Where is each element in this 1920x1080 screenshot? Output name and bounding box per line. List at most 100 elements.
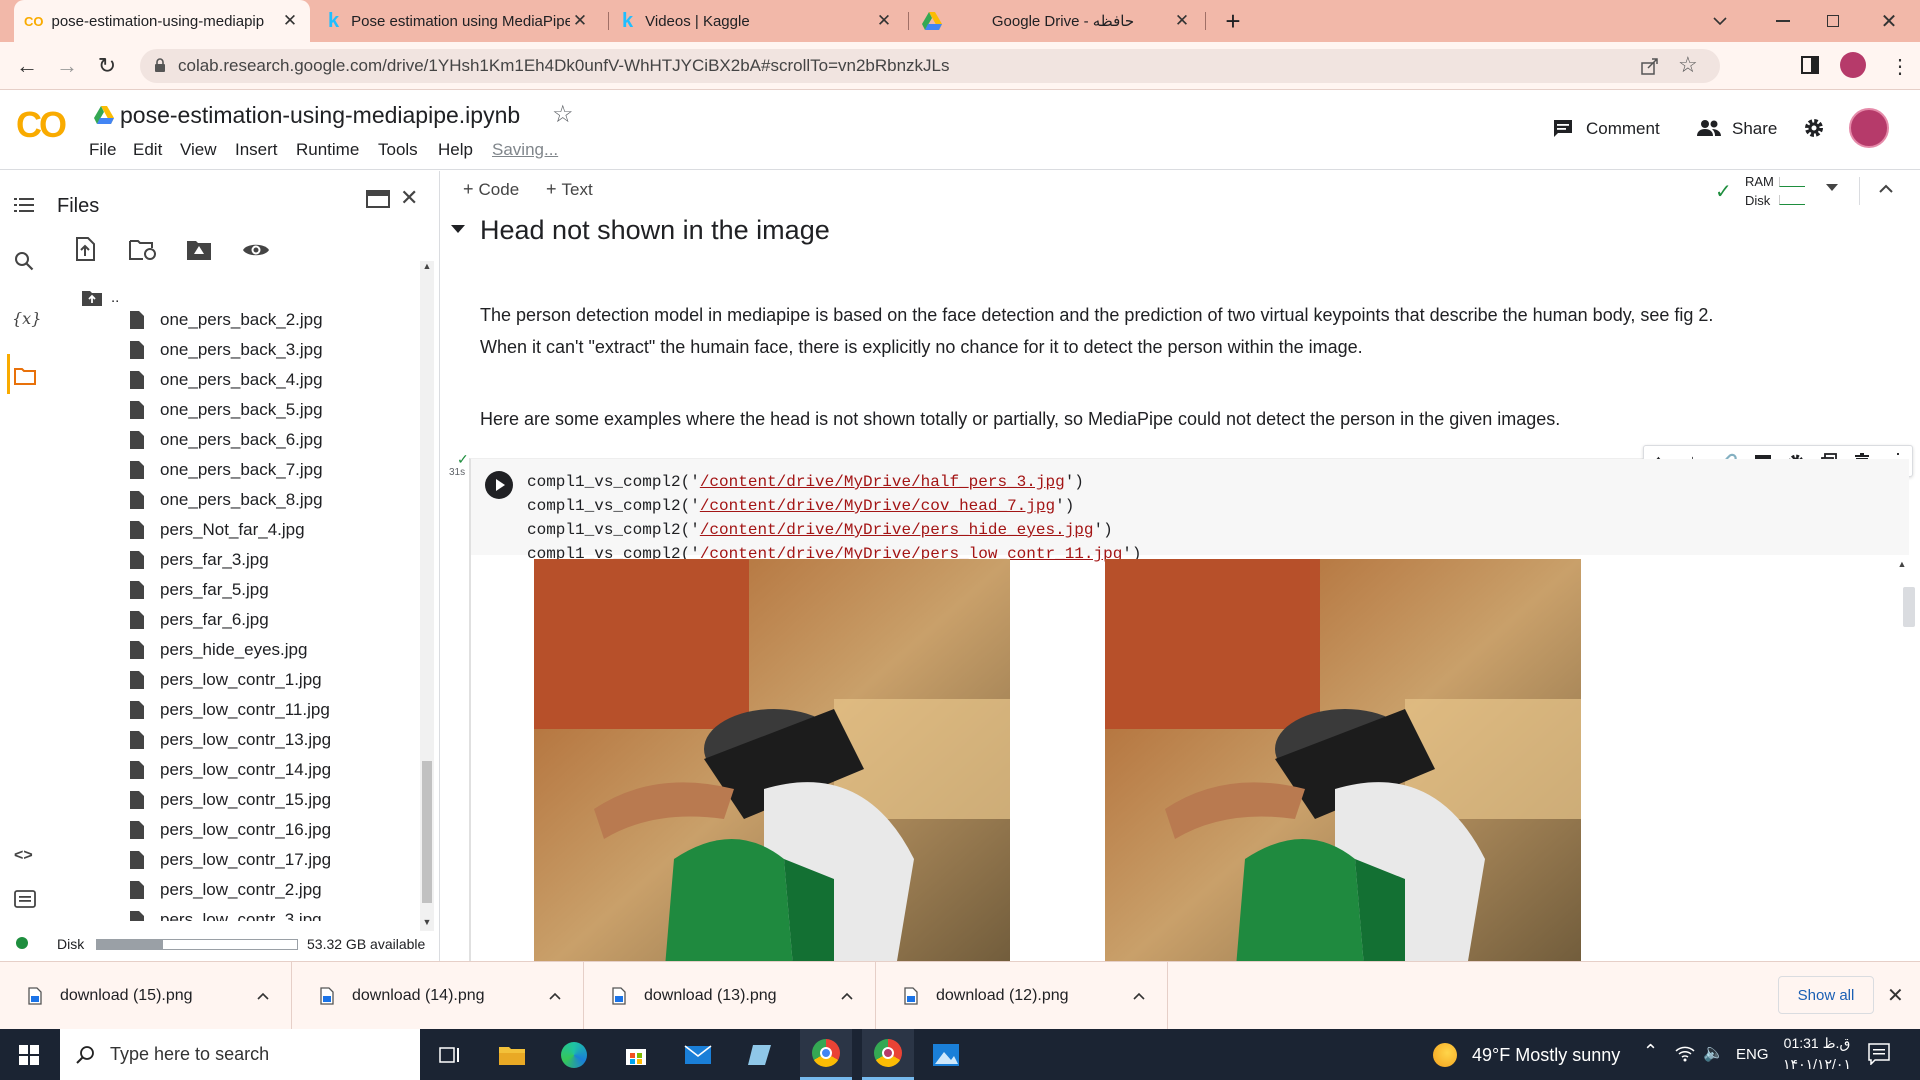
close-downloads-icon[interactable]: ✕ (1887, 983, 1904, 1008)
file-item[interactable]: pers_far_5.jpg (130, 575, 269, 605)
menu-tools[interactable]: Tools (378, 140, 418, 160)
file-item[interactable]: one_pers_back_5.jpg (130, 395, 323, 425)
file-item[interactable]: one_pers_back_4.jpg (130, 365, 323, 395)
close-panel-icon[interactable]: ✕ (400, 185, 418, 211)
disk-meter[interactable] (1779, 195, 1805, 205)
file-item[interactable]: one_pers_back_2.jpg (130, 311, 323, 335)
add-code-button[interactable]: + Code (463, 179, 519, 200)
download-options-chevron-icon[interactable] (1133, 992, 1145, 1000)
address-bar[interactable]: colab.research.google.com/drive/1YHsh1Km… (140, 49, 1720, 83)
folder-icon[interactable] (14, 367, 36, 385)
close-tab-icon[interactable]: ✕ (570, 11, 590, 31)
file-explorer-icon[interactable] (490, 1029, 534, 1080)
notebook-title[interactable]: pose-estimation-using-mediapipe.ipynb (120, 102, 520, 129)
add-text-button[interactable]: + Text (546, 179, 593, 200)
star-icon[interactable]: ☆ (552, 100, 574, 129)
download-options-chevron-icon[interactable] (841, 992, 853, 1000)
windows-start-icon[interactable] (0, 1029, 58, 1080)
weather-icon[interactable] (1428, 1029, 1462, 1080)
photos-icon[interactable] (924, 1029, 968, 1080)
command-palette-icon[interactable] (14, 890, 36, 908)
file-item[interactable]: pers_low_contr_15.jpg (130, 785, 331, 815)
edge-icon[interactable] (552, 1029, 596, 1080)
browser-menu-icon[interactable]: ⋮ (1890, 54, 1910, 79)
scroll-thumb[interactable] (422, 761, 432, 903)
window-close-icon[interactable]: ✕ (1874, 0, 1904, 42)
close-tab-icon[interactable]: ✕ (1172, 11, 1192, 31)
chrome-profile-icon[interactable] (862, 1029, 914, 1080)
tab-google-drive[interactable]: Google Drive - حافظه ✕ (912, 0, 1202, 42)
tab-kaggle-videos[interactable]: k Videos | Kaggle ✕ (612, 0, 904, 42)
download-options-chevron-icon[interactable] (257, 992, 269, 1000)
file-item[interactable]: pers_low_contr_3.jpg (130, 905, 322, 921)
menu-help[interactable]: Help (438, 140, 473, 160)
show-all-downloads-button[interactable]: Show all (1778, 976, 1874, 1014)
code-path[interactable]: /content/drive/MyDrive/half_pers_3.jpg (700, 473, 1065, 491)
file-item[interactable]: pers_low_contr_14.jpg (130, 755, 331, 785)
collapse-header-icon[interactable] (1879, 184, 1893, 193)
code-path[interactable]: /content/drive/MyDrive/pers_hide_eyes.jp… (700, 521, 1094, 539)
close-tab-icon[interactable]: ✕ (280, 11, 300, 31)
file-item[interactable]: pers_low_contr_13.jpg (130, 725, 331, 755)
expand-panel-icon[interactable] (366, 189, 390, 209)
clock-date[interactable]: ۱۴۰۱/۱۲/۰۱ (1780, 1056, 1854, 1073)
code-path[interactable]: /content/drive/MyDrive/cov_head_7.jpg (700, 497, 1055, 515)
comment-button[interactable]: Comment (1586, 119, 1660, 139)
file-item[interactable]: one_pers_back_7.jpg (130, 455, 323, 485)
menu-file[interactable]: File (89, 140, 116, 160)
taskbar-search-box[interactable]: Type here to search (60, 1029, 420, 1080)
notifications-icon[interactable] (1868, 1043, 1890, 1065)
scroll-down-arrow-icon[interactable]: ▼ (420, 917, 434, 931)
mount-drive-icon[interactable] (186, 239, 212, 261)
code-snippets-icon[interactable]: <> (14, 847, 33, 865)
file-item[interactable]: pers_low_contr_2.jpg (130, 875, 322, 905)
tab-colab[interactable]: CO pose-estimation-using-mediapip ✕ (14, 0, 310, 42)
download-item[interactable]: download (15).png (0, 962, 292, 1030)
file-item[interactable]: pers_low_contr_11.jpg (130, 695, 330, 725)
file-item[interactable]: pers_hide_eyes.jpg (130, 635, 307, 665)
file-item[interactable]: one_pers_back_8.jpg (130, 485, 323, 515)
download-item[interactable]: download (13).png (584, 962, 876, 1030)
menu-insert[interactable]: Insert (235, 140, 278, 160)
notepad-icon[interactable] (738, 1029, 782, 1080)
language-indicator[interactable]: ENG (1736, 1046, 1769, 1063)
store-icon[interactable] (614, 1029, 658, 1080)
menu-runtime[interactable]: Runtime (296, 140, 359, 160)
volume-icon[interactable]: 🔈 (1703, 1043, 1724, 1063)
file-item[interactable]: pers_low_contr_16.jpg (130, 815, 331, 845)
file-scrollbar[interactable]: ▲ ▼ (420, 261, 434, 931)
parent-folder-label[interactable]: .. (111, 289, 119, 306)
table-of-contents-icon[interactable] (14, 197, 34, 213)
user-avatar[interactable] (1849, 108, 1889, 148)
file-item[interactable]: pers_far_3.jpg (130, 545, 269, 575)
file-item[interactable]: one_pers_back_3.jpg (130, 335, 323, 365)
notebook-scroll-thumb[interactable] (1903, 587, 1915, 627)
side-panel-icon[interactable] (1800, 55, 1820, 75)
share-button[interactable]: Share (1732, 119, 1777, 139)
colab-logo[interactable]: CO (16, 104, 67, 146)
download-item[interactable]: download (14).png (292, 962, 584, 1030)
back-icon[interactable]: ← (12, 42, 42, 90)
show-hidden-icons-chevron-icon[interactable]: ⌃ (1643, 1041, 1658, 1062)
file-item[interactable]: pers_low_contr_1.jpg (130, 665, 322, 695)
profile-avatar[interactable] (1840, 52, 1866, 78)
tab-search-chevron-icon[interactable] (1705, 0, 1735, 42)
minimize-icon[interactable] (1768, 0, 1798, 42)
menu-edit[interactable]: Edit (133, 140, 162, 160)
reload-icon[interactable]: ↻ (92, 42, 122, 90)
mail-icon[interactable] (676, 1029, 720, 1080)
tab-kaggle-pose[interactable]: k Pose estimation using MediaPipe ✕ (318, 0, 600, 42)
close-tab-icon[interactable]: ✕ (874, 11, 894, 31)
download-item[interactable]: download (12).png (876, 962, 1168, 1030)
menu-view[interactable]: View (180, 140, 217, 160)
code-editor[interactable]: compl1_vs_compl2('/content/drive/MyDrive… (471, 459, 1909, 563)
file-item[interactable]: pers_far_6.jpg (130, 605, 269, 635)
runtime-dropdown-icon[interactable] (1826, 184, 1838, 192)
bookmark-star-icon[interactable]: ☆ (1678, 52, 1698, 78)
restore-icon[interactable] (1818, 0, 1848, 42)
parent-folder-icon[interactable] (81, 289, 103, 307)
search-icon[interactable] (14, 251, 34, 271)
ram-meter[interactable] (1779, 177, 1805, 187)
file-item[interactable]: pers_Not_far_4.jpg (130, 515, 305, 545)
refresh-folder-icon[interactable] (129, 239, 157, 261)
